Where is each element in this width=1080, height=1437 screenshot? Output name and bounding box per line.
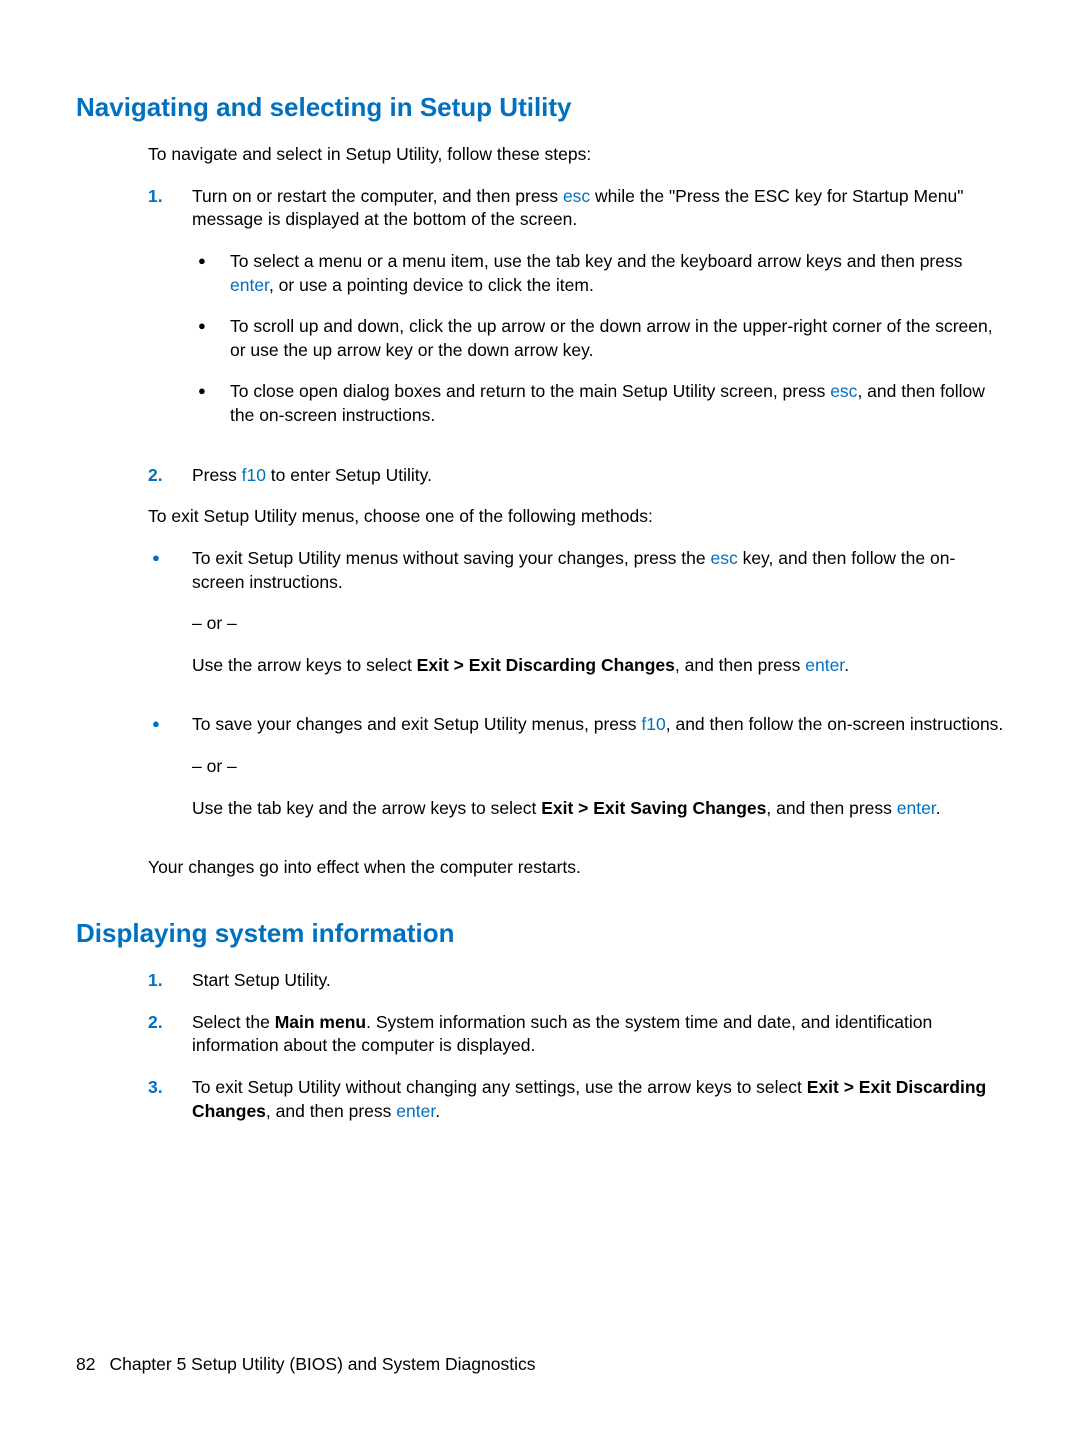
text-run: , or use a pointing device to click the … (269, 275, 594, 295)
key-enter: enter (897, 798, 936, 818)
chapter-title: Chapter 5 Setup Utility (BIOS) and Syste… (109, 1354, 535, 1374)
list-body: To exit Setup Utility without changing a… (192, 1076, 1004, 1123)
key-f10: f10 (242, 465, 266, 485)
list-item: 3. To exit Setup Utility without changin… (148, 1076, 1004, 1123)
text-run: Press (192, 465, 242, 485)
list-marker: 2. (148, 464, 192, 488)
text-run: . (435, 1101, 440, 1121)
text-run: . (936, 798, 941, 818)
list-body: Start Setup Utility. (192, 969, 1004, 993)
text-run: . (844, 655, 849, 675)
list-marker: 2. (148, 1011, 192, 1058)
text-run: Use the arrow keys to select (192, 655, 417, 675)
list-marker: 3. (148, 1076, 192, 1123)
paragraph: To exit Setup Utility menus without savi… (192, 547, 1004, 594)
bullet-icon: ● (192, 380, 230, 427)
text-run: To exit Setup Utility without changing a… (192, 1077, 807, 1097)
or-separator: – or – (192, 755, 1004, 779)
text-run: To exit Setup Utility menus without savi… (192, 548, 710, 568)
bold-text: Exit > Exit Saving Changes (541, 798, 766, 818)
sub-bullet-list: ● To select a menu or a menu item, use t… (192, 250, 1004, 428)
text-run: Select the (192, 1012, 275, 1032)
or-separator: – or – (192, 612, 1004, 636)
text-run: , and then press (766, 798, 896, 818)
text-run: Use the tab key and the arrow keys to se… (192, 798, 541, 818)
text-run: to enter Setup Utility. (266, 465, 432, 485)
list-item: ● To scroll up and down, click the up ar… (192, 315, 1004, 362)
key-f10: f10 (641, 714, 665, 734)
bold-text: Exit > Exit Discarding Changes (417, 655, 675, 675)
paragraph: Use the tab key and the arrow keys to se… (192, 797, 1004, 821)
list-item: 2. Press f10 to enter Setup Utility. (148, 464, 1004, 488)
key-esc: esc (563, 186, 590, 206)
text-run: Turn on or restart the computer, and the… (192, 186, 563, 206)
paragraph: Use the arrow keys to select Exit > Exit… (192, 654, 1004, 678)
outro-paragraph: Your changes go into effect when the com… (148, 856, 1004, 880)
ordered-list-2: 1. Start Setup Utility. 2. Select the Ma… (148, 969, 1004, 1123)
page-content: Navigating and selecting in Setup Utilit… (0, 0, 1080, 1123)
list-body: Select the Main menu. System information… (192, 1011, 1004, 1058)
list-marker: 1. (148, 969, 192, 993)
list-item: 1. Turn on or restart the computer, and … (148, 185, 1004, 446)
page-footer: 82 Chapter 5 Setup Utility (BIOS) and Sys… (76, 1353, 535, 1377)
list-body: To scroll up and down, click the up arro… (230, 315, 1004, 362)
list-item: ● To save your changes and exit Setup Ut… (148, 713, 1004, 838)
text-run: , and then follow the on-screen instruct… (666, 714, 1004, 734)
bullet-icon: ● (148, 547, 192, 696)
list-body: To close open dialog boxes and return to… (230, 380, 1004, 427)
key-enter: enter (396, 1101, 435, 1121)
text-run: , and then press (266, 1101, 396, 1121)
list-body: To save your changes and exit Setup Util… (192, 713, 1004, 838)
key-esc: esc (710, 548, 737, 568)
ordered-list-1: 1. Turn on or restart the computer, and … (148, 185, 1004, 488)
list-item: ● To close open dialog boxes and return … (192, 380, 1004, 427)
exit-bullet-list: ● To exit Setup Utility menus without sa… (148, 547, 1004, 838)
list-body: To exit Setup Utility menus without savi… (192, 547, 1004, 696)
list-body: Press f10 to enter Setup Utility. (192, 464, 1004, 488)
text-run: To close open dialog boxes and return to… (230, 381, 830, 401)
heading-navigating: Navigating and selecting in Setup Utilit… (76, 90, 1004, 125)
list-body: Turn on or restart the computer, and the… (192, 185, 1004, 446)
text-run: To select a menu or a menu item, use the… (230, 251, 963, 271)
bold-text: Main menu (275, 1012, 366, 1032)
page-number: 82 (76, 1353, 95, 1377)
list-item: 1. Start Setup Utility. (148, 969, 1004, 993)
intro-paragraph: To navigate and select in Setup Utility,… (148, 143, 1004, 167)
text-run: To save your changes and exit Setup Util… (192, 714, 641, 734)
list-marker: 1. (148, 185, 192, 446)
text-run: , and then press (675, 655, 805, 675)
paragraph: To save your changes and exit Setup Util… (192, 713, 1004, 737)
bullet-icon: ● (192, 315, 230, 362)
list-item: ● To select a menu or a menu item, use t… (192, 250, 1004, 297)
bullet-icon: ● (192, 250, 230, 297)
list-item: ● To exit Setup Utility menus without sa… (148, 547, 1004, 696)
key-enter: enter (805, 655, 844, 675)
key-esc: esc (830, 381, 857, 401)
list-item: 2. Select the Main menu. System informat… (148, 1011, 1004, 1058)
list-body: To select a menu or a menu item, use the… (230, 250, 1004, 297)
exit-intro: To exit Setup Utility menus, choose one … (148, 505, 1004, 529)
bullet-icon: ● (148, 713, 192, 838)
heading-displaying-system-info: Displaying system information (76, 916, 1004, 951)
key-enter: enter (230, 275, 269, 295)
